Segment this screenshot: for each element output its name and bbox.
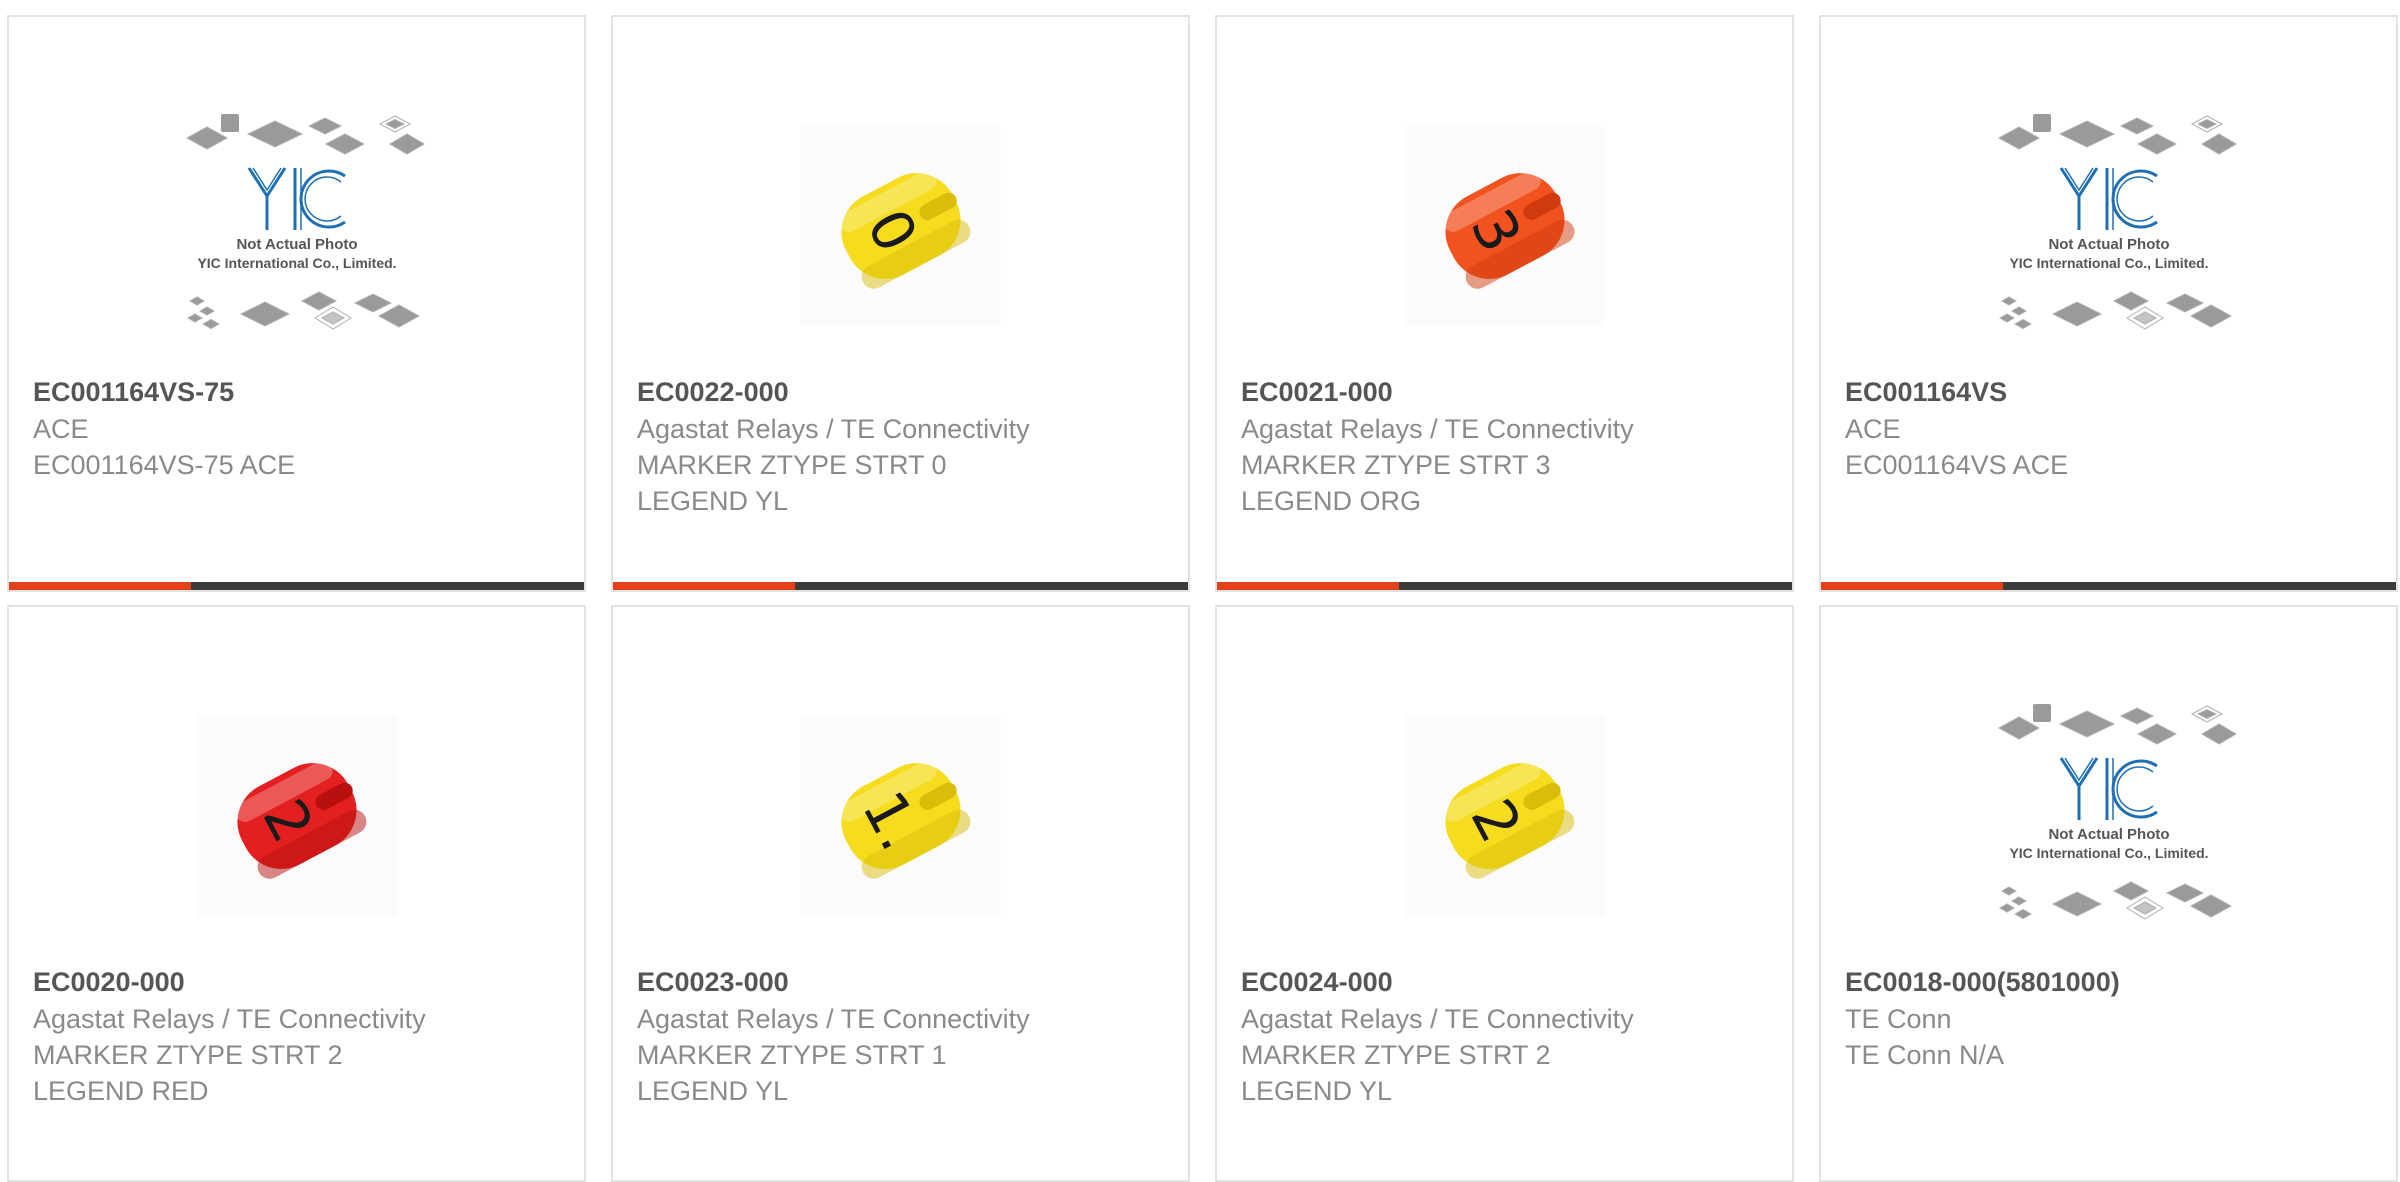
product-grid: Not Actual Photo YIC International Co., L… <box>0 0 2400 1182</box>
product-info: EC0021-000 Agastat Relays / TE Connectiv… <box>1241 374 1776 519</box>
card-accent-bar <box>613 582 795 590</box>
svg-text:YIC International Co., Limited: YIC International Co., Limited. <box>2009 255 2208 271</box>
description-line-2: LEGEND YL <box>1241 1076 1393 1106</box>
description-line-2: LEGEND YL <box>637 1076 789 1106</box>
cable-marker-image: 2 <box>1404 716 1605 916</box>
product-card[interactable]: Not Actual Photo YIC International Co., L… <box>1819 605 2398 1182</box>
description-line: MARKER ZTYPE STRT 2 <box>1241 1040 1551 1070</box>
cable-marker-image: 1. <box>800 716 1001 916</box>
part-number-link[interactable]: EC001164VS-75 <box>33 374 568 411</box>
product-card[interactable]: 0 EC0022-000 Agastat Relays / TE Connect… <box>611 15 1190 592</box>
description-line: EC001164VS ACE <box>1845 450 2069 480</box>
product-image[interactable]: Not Actual Photo YIC International Co., L… <box>1821 673 2396 959</box>
product-image[interactable]: Not Actual Photo YIC International Co., L… <box>9 83 584 369</box>
manufacturer: Agastat Relays / TE Connectivity <box>33 1004 426 1034</box>
description-line-2: LEGEND ORG <box>1241 486 1422 516</box>
cable-marker-image: 3 <box>1404 126 1605 326</box>
svg-text:Not Actual Photo: Not Actual Photo <box>236 236 357 253</box>
cable-marker-image: 2 <box>196 716 397 916</box>
product-image[interactable]: 2 <box>9 673 584 959</box>
product-info: EC0023-000 Agastat Relays / TE Connectiv… <box>637 964 1172 1109</box>
product-card[interactable]: 1. EC0023-000 Agastat Relays / TE Connec… <box>611 605 1190 1182</box>
product-info: EC0020-000 Agastat Relays / TE Connectiv… <box>33 964 568 1109</box>
description-line: MARKER ZTYPE STRT 3 <box>1241 450 1551 480</box>
card-accent-bar <box>1821 582 2003 590</box>
product-card[interactable]: Not Actual Photo YIC International Co., L… <box>1819 15 2398 592</box>
product-image[interactable]: 2 <box>1217 673 1792 959</box>
description-line: MARKER ZTYPE STRT 1 <box>637 1040 947 1070</box>
description-line: EC001164VS-75 ACE <box>33 450 296 480</box>
description-line: TE Conn N/A <box>1845 1040 2005 1070</box>
product-card[interactable]: 2 EC0024-000 Agastat Relays / TE Connect… <box>1215 605 1794 1182</box>
product-info: EC0018-000(5801000) TE Conn TE Conn N/A <box>1845 964 2380 1073</box>
part-number-link[interactable]: EC0023-000 <box>637 964 1172 1001</box>
part-number-link[interactable]: EC001164VS <box>1845 374 2380 411</box>
description-line-2: LEGEND YL <box>637 486 789 516</box>
manufacturer: ACE <box>33 414 89 444</box>
svg-text:YIC International Co., Limited: YIC International Co., Limited. <box>2009 845 2208 861</box>
not-actual-photo-placeholder: Not Actual Photo YIC International Co., L… <box>185 114 425 330</box>
description-line: MARKER ZTYPE STRT 0 <box>637 450 947 480</box>
card-accent-bar <box>9 582 191 590</box>
manufacturer: Agastat Relays / TE Connectivity <box>637 414 1030 444</box>
card-bottom-bar <box>1821 582 2396 590</box>
card-accent-bar <box>1217 582 1399 590</box>
product-card[interactable]: Not Actual Photo YIC International Co., L… <box>7 15 586 592</box>
not-actual-photo-placeholder: Not Actual Photo YIC International Co., L… <box>1997 704 2237 920</box>
card-bottom-bar <box>1217 582 1792 590</box>
product-image[interactable]: Not Actual Photo YIC International Co., L… <box>1821 83 2396 369</box>
manufacturer: Agastat Relays / TE Connectivity <box>1241 414 1634 444</box>
part-number-link[interactable]: EC0022-000 <box>637 374 1172 411</box>
product-card[interactable]: 2 EC0020-000 Agastat Relays / TE Connect… <box>7 605 586 1182</box>
manufacturer: Agastat Relays / TE Connectivity <box>1241 1004 1634 1034</box>
svg-text:YIC International Co., Limited: YIC International Co., Limited. <box>197 255 396 271</box>
svg-text:Not Actual Photo: Not Actual Photo <box>2048 826 2169 843</box>
product-info: EC001164VS-75 ACE EC001164VS-75 ACE <box>33 374 568 483</box>
product-card[interactable]: 3 EC0021-000 Agastat Relays / TE Connect… <box>1215 15 1794 592</box>
cable-marker-image: 0 <box>800 126 1001 326</box>
svg-text:Not Actual Photo: Not Actual Photo <box>2048 236 2169 253</box>
product-info: EC0022-000 Agastat Relays / TE Connectiv… <box>637 374 1172 519</box>
part-number-link[interactable]: EC0018-000(5801000) <box>1845 964 2380 1001</box>
part-number-link[interactable]: EC0021-000 <box>1241 374 1776 411</box>
description-line: MARKER ZTYPE STRT 2 <box>33 1040 343 1070</box>
manufacturer: TE Conn <box>1845 1004 1952 1034</box>
manufacturer: Agastat Relays / TE Connectivity <box>637 1004 1030 1034</box>
part-number-link[interactable]: EC0024-000 <box>1241 964 1776 1001</box>
product-info: EC001164VS ACE EC001164VS ACE <box>1845 374 2380 483</box>
product-image[interactable]: 3 <box>1217 83 1792 369</box>
card-bottom-bar <box>613 582 1188 590</box>
description-line-2: LEGEND RED <box>33 1076 209 1106</box>
card-bottom-bar <box>9 582 584 590</box>
product-image[interactable]: 0 <box>613 83 1188 369</box>
product-image[interactable]: 1. <box>613 673 1188 959</box>
not-actual-photo-placeholder: Not Actual Photo YIC International Co., L… <box>1997 114 2237 330</box>
product-info: EC0024-000 Agastat Relays / TE Connectiv… <box>1241 964 1776 1109</box>
manufacturer: ACE <box>1845 414 1901 444</box>
part-number-link[interactable]: EC0020-000 <box>33 964 568 1001</box>
